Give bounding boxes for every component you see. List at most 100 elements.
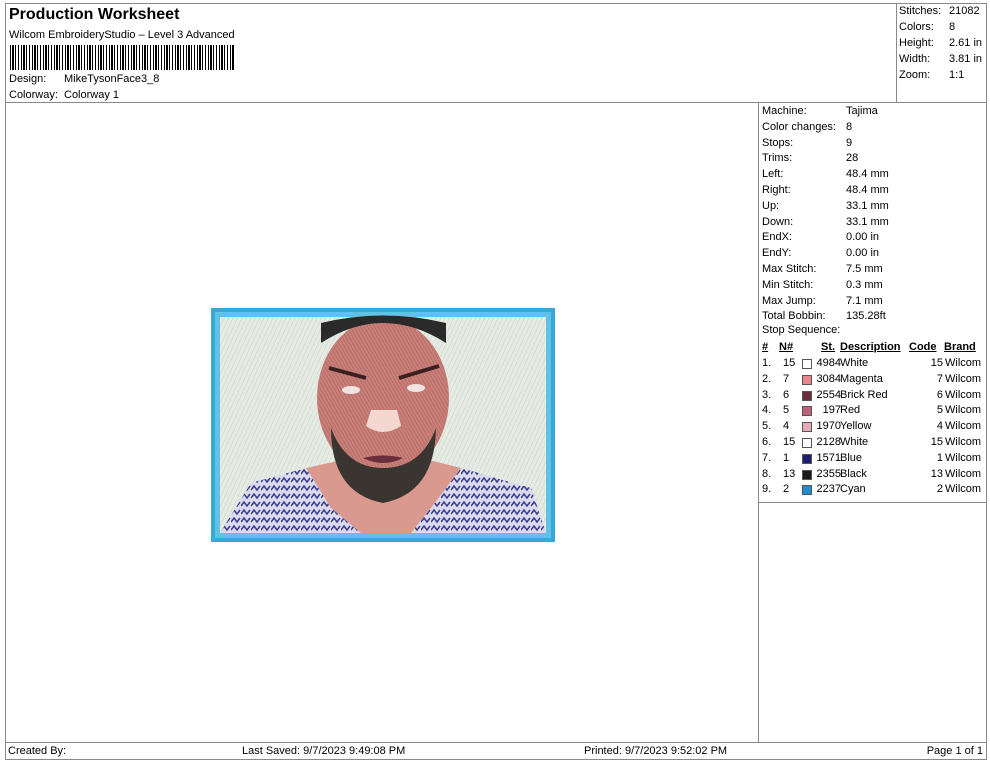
machine-value: Tajima xyxy=(846,105,878,117)
cell-code: 15 xyxy=(930,436,943,448)
printed-date: Printed: 9/7/2023 9:52:02 PM xyxy=(584,745,728,757)
cell-needle: 2 xyxy=(783,483,790,496)
cell-stitches: 2554 xyxy=(816,388,841,401)
cell-stitches: 1970 xyxy=(816,420,841,433)
color-swatch xyxy=(802,438,812,448)
machine-value: 28 xyxy=(846,152,859,165)
summary-label: Height: xyxy=(899,37,934,49)
table-row: 7. 1 1571 Blue 1 Wilcom xyxy=(759,452,986,467)
color-swatch xyxy=(802,374,812,385)
cell-description: Blue xyxy=(840,451,863,464)
machine-value: 33.1 mm xyxy=(846,199,889,212)
cell-needle: 15 xyxy=(783,436,796,448)
worksheet: Production Worksheet Wilcom EmbroiderySt… xyxy=(5,3,987,760)
cell-description: Cyan xyxy=(840,483,866,496)
machine-value: 135.28ft xyxy=(846,310,886,323)
cell-stitches: 197 xyxy=(822,404,841,417)
cell-num: 5. xyxy=(762,420,772,433)
cell-num: 3. xyxy=(762,388,772,401)
table-row: 8. 13 2355 Black 13 Wilcom xyxy=(759,468,986,483)
summary-row: Stitches: 21082 xyxy=(899,5,980,20)
table-row: 3. 6 2554 Brick Red 6 Wilcom xyxy=(759,389,986,404)
cell-description: White xyxy=(840,357,869,369)
machine-value: 0.00 in xyxy=(846,247,880,260)
cell-num: 7. xyxy=(762,451,772,464)
worksheet-footer: Created By: Last Saved: 9/7/2023 9:49:08… xyxy=(6,742,986,759)
cell-brand: Wilcom xyxy=(945,372,982,385)
cell-description: Black xyxy=(840,467,867,480)
cell-num: 8. xyxy=(762,467,772,480)
column-header-description: Description xyxy=(840,341,901,353)
summary-label: Stitches: xyxy=(899,5,942,17)
machine-label: Trims: xyxy=(762,152,793,165)
machine-value: 48.4 mm xyxy=(846,184,889,196)
column-header-stitches: St. xyxy=(821,341,836,353)
cell-stitches: 2355 xyxy=(816,467,841,480)
software-subtitle: Wilcom EmbroideryStudio – Level 3 Advanc… xyxy=(9,29,235,41)
summary-label: Zoom: xyxy=(899,69,931,81)
column-header-brand: Brand xyxy=(944,341,976,353)
column-header-code: Code xyxy=(909,341,937,353)
created-by: Created By: xyxy=(8,745,67,757)
cell-needle: 13 xyxy=(783,467,796,480)
cell-brand: Wilcom xyxy=(945,388,982,401)
machine-label: EndX: xyxy=(762,231,792,244)
design-row: Design: MikeTysonFace3_8 xyxy=(9,73,159,85)
colorway-label: Colorway: xyxy=(9,89,58,101)
color-swatch xyxy=(802,422,812,433)
cell-code: 2 xyxy=(936,483,943,496)
machine-label: Stops: xyxy=(762,136,794,149)
colorway-row: Colorway: Colorway 1 xyxy=(9,89,119,101)
summary-label: Colors: xyxy=(899,21,934,33)
cell-description: Yellow xyxy=(840,420,872,433)
machine-label: Down: xyxy=(762,215,794,228)
machine-label: Up: xyxy=(762,199,780,212)
color-swatch xyxy=(802,406,812,417)
cell-needle: 7 xyxy=(783,372,790,385)
design-label: Design: xyxy=(9,73,47,85)
cell-needle: 6 xyxy=(783,388,790,401)
cell-needle: 15 xyxy=(783,357,796,369)
summary-panel: Stitches: 21082 Colors: 8 Height: 2.61 in W… xyxy=(897,4,986,103)
table-row: 1. 15 4984 White 15 Wilcom xyxy=(759,357,986,372)
cell-stitches: 3084 xyxy=(816,372,841,385)
cell-code: 6 xyxy=(936,388,943,401)
machine-value: 48.4 mm xyxy=(846,168,889,181)
machine-label: Max Stitch: xyxy=(762,263,817,275)
machine-value: 9 xyxy=(846,136,853,149)
table-row: 9. 2 2237 Cyan 2 Wilcom xyxy=(759,483,986,498)
cell-code: 13 xyxy=(930,467,943,480)
cell-num: 1. xyxy=(762,357,772,369)
cell-stitches: 1571 xyxy=(816,451,841,464)
cell-code: 4 xyxy=(936,420,943,433)
page-number: Page 1 of 1 xyxy=(926,745,983,757)
machine-label: Color changes: xyxy=(762,120,836,133)
cell-brand: Wilcom xyxy=(945,404,982,417)
cell-num: 9. xyxy=(762,483,772,496)
cell-code: 1 xyxy=(936,451,943,464)
table-row: 2. 7 3084 Magenta 7 Wilcom xyxy=(759,373,986,388)
machine-label: Max Jump: xyxy=(762,294,816,307)
cell-brand: Wilcom xyxy=(945,467,982,480)
summary-value: 3.81 in xyxy=(949,53,983,65)
embroidery-design-preview xyxy=(211,308,555,542)
design-canvas xyxy=(6,103,759,742)
summary-row: Height: 2.61 in xyxy=(899,37,982,52)
barcode xyxy=(10,45,234,70)
summary-value: 21082 xyxy=(949,5,980,17)
summary-value: 8 xyxy=(949,21,956,33)
machine-label: Right: xyxy=(762,184,791,196)
cell-code: 7 xyxy=(936,372,943,385)
machine-info-panel: Machine: Tajima Color changes: 8 Stops: 9 Trim… xyxy=(759,103,986,503)
cell-description: Magenta xyxy=(840,372,883,385)
cell-code: 15 xyxy=(930,357,943,369)
summary-row: Colors: 8 xyxy=(899,21,955,36)
column-header-num: # xyxy=(762,341,769,353)
cell-brand: Wilcom xyxy=(945,436,982,448)
worksheet-header: Production Worksheet Wilcom EmbroiderySt… xyxy=(6,4,897,103)
design-value: MikeTysonFace3_8 xyxy=(64,73,160,85)
machine-value: 7.1 mm xyxy=(846,294,883,307)
cell-needle: 5 xyxy=(783,404,790,417)
summary-label: Width: xyxy=(899,53,931,65)
summary-value: 2.61 in xyxy=(949,37,983,49)
